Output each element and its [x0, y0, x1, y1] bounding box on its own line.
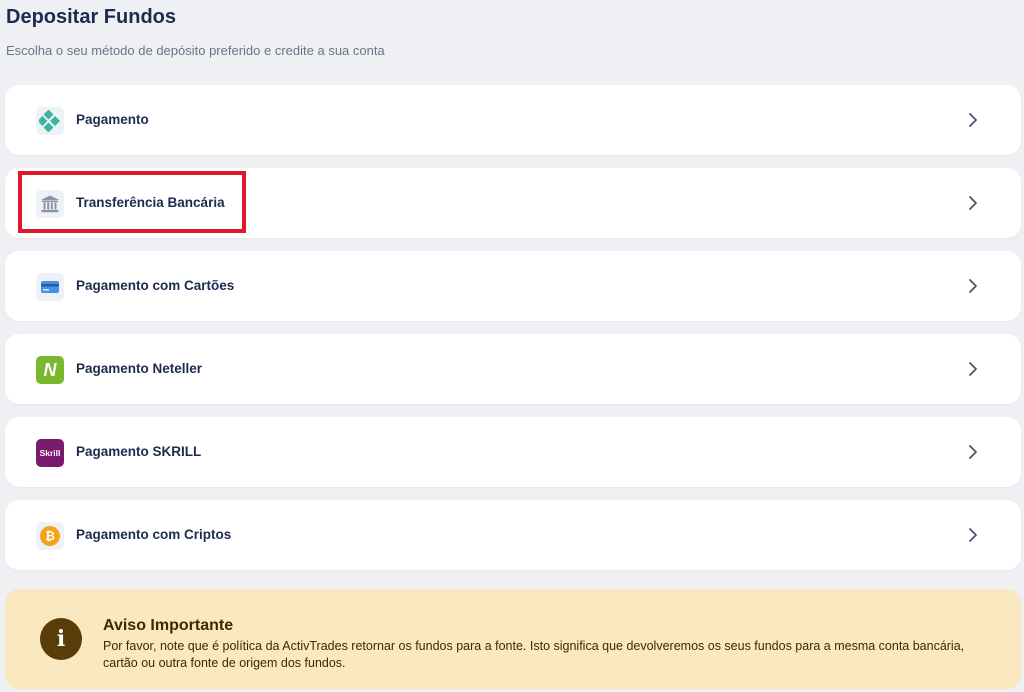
bitcoin-symbol: ₿ [45, 529, 55, 543]
method-label: Pagamento com Criptos [76, 527, 232, 542]
neteller-logo-icon: N [36, 356, 64, 384]
page-title: Depositar Fundos [6, 6, 177, 28]
deposit-method-list: Pagamento Transferência Bancária Pagamen… [5, 85, 1021, 583]
method-label: Pagamento Neteller [76, 361, 203, 376]
credit-card-icon [36, 273, 64, 301]
skrill-logo-text: Skrill [39, 448, 61, 458]
page-subtitle: Escolha o seu método de depósito preferi… [6, 43, 385, 58]
neteller-logo-text: N [43, 359, 57, 380]
notice-text: Por favor, note que é política da ActivT… [103, 639, 965, 670]
method-label: Transferência Bancária [76, 195, 225, 210]
bitcoin-icon: ₿ [36, 522, 64, 550]
chevron-right-icon [969, 445, 977, 459]
pix-icon [36, 107, 64, 135]
method-label: Pagamento [76, 112, 149, 127]
method-crypto[interactable]: ₿ Pagamento com Criptos [5, 500, 1021, 570]
skrill-logo-icon: Skrill [36, 439, 64, 467]
info-icon: i [40, 618, 82, 660]
chevron-right-icon [969, 196, 977, 210]
method-cards[interactable]: Pagamento com Cartões [5, 251, 1021, 321]
method-label: Pagamento SKRILL [76, 444, 202, 459]
chevron-right-icon [969, 528, 977, 542]
chevron-right-icon [969, 279, 977, 293]
bank-icon [36, 190, 64, 218]
method-skrill[interactable]: Skrill Pagamento SKRILL [5, 417, 1021, 487]
chevron-right-icon [969, 362, 977, 376]
method-label: Pagamento com Cartões [76, 278, 235, 293]
important-notice: i Aviso Importante Por favor, note que é… [5, 589, 1021, 689]
method-neteller[interactable]: N Pagamento Neteller [5, 334, 1021, 404]
method-pix[interactable]: Pagamento [5, 85, 1021, 155]
chevron-right-icon [969, 113, 977, 127]
method-bank-transfer[interactable]: Transferência Bancária [5, 168, 1021, 238]
notice-title: Aviso Importante [103, 617, 234, 634]
